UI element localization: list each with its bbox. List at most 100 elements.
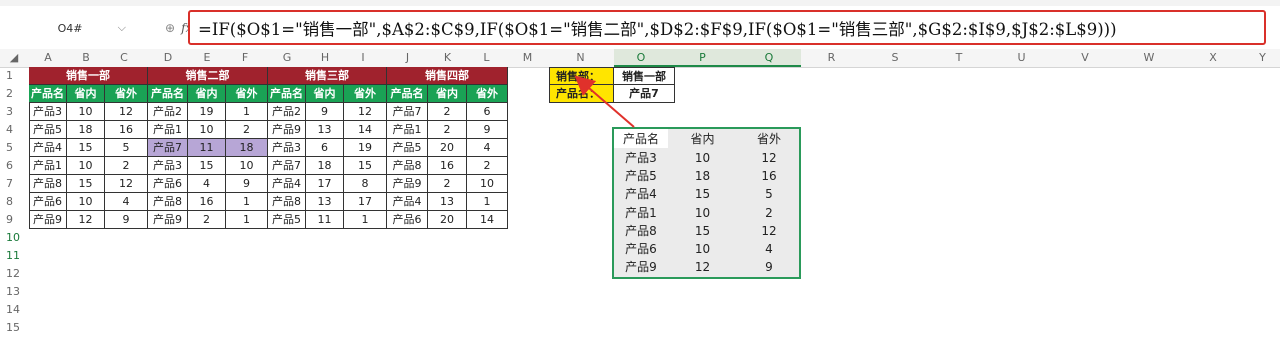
- row-header-5[interactable]: 5: [0, 139, 28, 157]
- table-cell[interactable]: 1: [226, 103, 268, 121]
- column-subheader[interactable]: 产品名: [148, 85, 188, 103]
- table-cell[interactable]: 4: [105, 193, 148, 211]
- table-cell[interactable]: 15: [67, 175, 105, 193]
- table-cell[interactable]: 12: [105, 175, 148, 193]
- table-cell[interactable]: 16: [105, 121, 148, 139]
- column-header-g[interactable]: G: [268, 49, 306, 67]
- column-header-c[interactable]: C: [105, 49, 143, 67]
- column-header-a[interactable]: A: [29, 49, 67, 67]
- table-cell[interactable]: 产品1: [29, 157, 67, 175]
- result-cell[interactable]: 12: [668, 258, 737, 277]
- column-header-e[interactable]: E: [188, 49, 226, 67]
- table-cell[interactable]: 产品4: [268, 175, 306, 193]
- table-cell[interactable]: 产品7: [268, 157, 306, 175]
- table-cell[interactable]: 11: [188, 139, 226, 157]
- column-header-t[interactable]: T: [928, 49, 990, 67]
- table-cell[interactable]: 17: [344, 193, 387, 211]
- table-cell[interactable]: 产品3: [148, 157, 188, 175]
- table-cell[interactable]: 产品7: [148, 139, 188, 157]
- row-header-14[interactable]: 14: [0, 301, 28, 319]
- column-header-q[interactable]: Q: [737, 49, 801, 67]
- row-header-2[interactable]: 2: [0, 85, 28, 103]
- table-cell[interactable]: 20: [428, 139, 467, 157]
- table-cell[interactable]: 20: [428, 211, 467, 229]
- column-header-x[interactable]: X: [1181, 49, 1245, 67]
- row-header-13[interactable]: 13: [0, 283, 28, 301]
- column-header-b[interactable]: B: [67, 49, 105, 67]
- row-header-15[interactable]: 15: [0, 319, 28, 337]
- result-cell[interactable]: 产品8: [614, 222, 668, 241]
- result-cell[interactable]: 12: [737, 149, 801, 168]
- row-header-6[interactable]: 6: [0, 157, 28, 175]
- table-cell[interactable]: 12: [67, 211, 105, 229]
- table-cell[interactable]: 2: [428, 175, 467, 193]
- table-cell[interactable]: 8: [344, 175, 387, 193]
- table-cell[interactable]: 产品2: [268, 103, 306, 121]
- table-cell[interactable]: 产品8: [29, 175, 67, 193]
- table-cell[interactable]: 9: [226, 175, 268, 193]
- product-value[interactable]: 产品7: [614, 85, 675, 103]
- column-subheader[interactable]: 省内: [306, 85, 344, 103]
- table-cell[interactable]: 5: [105, 139, 148, 157]
- table-cell[interactable]: 12: [105, 103, 148, 121]
- result-cell[interactable]: 18: [668, 167, 737, 186]
- department-label[interactable]: 销售部：: [549, 67, 614, 85]
- column-header-o[interactable]: O: [614, 49, 668, 67]
- result-cell[interactable]: 产品1: [614, 204, 668, 223]
- table-cell[interactable]: 2: [188, 211, 226, 229]
- table-cell[interactable]: 产品9: [387, 175, 428, 193]
- table-cell[interactable]: 产品3: [29, 103, 67, 121]
- row-header-12[interactable]: 12: [0, 265, 28, 283]
- table-cell[interactable]: 10: [67, 103, 105, 121]
- column-subheader[interactable]: 省内: [188, 85, 226, 103]
- table-cell[interactable]: 19: [188, 103, 226, 121]
- table-cell[interactable]: 15: [188, 157, 226, 175]
- result-cell[interactable]: 10: [668, 149, 737, 168]
- table-cell[interactable]: 14: [467, 211, 508, 229]
- table-cell[interactable]: 产品3: [268, 139, 306, 157]
- table-cell[interactable]: 13: [306, 193, 344, 211]
- table-cell[interactable]: 19: [344, 139, 387, 157]
- column-subheader[interactable]: 产品名: [268, 85, 306, 103]
- table-cell[interactable]: 产品6: [29, 193, 67, 211]
- table-cell[interactable]: 产品6: [148, 175, 188, 193]
- table-cell[interactable]: 6: [467, 103, 508, 121]
- table-cell[interactable]: 产品5: [268, 211, 306, 229]
- column-header-y[interactable]: Y: [1245, 49, 1280, 67]
- table-cell[interactable]: 产品1: [387, 121, 428, 139]
- result-header[interactable]: 省内: [668, 130, 737, 149]
- column-header-i[interactable]: I: [344, 49, 382, 67]
- table-cell[interactable]: 1: [467, 193, 508, 211]
- column-subheader[interactable]: 省外: [226, 85, 268, 103]
- table-cell[interactable]: 10: [67, 157, 105, 175]
- column-subheader[interactable]: 省外: [105, 85, 148, 103]
- column-subheader[interactable]: 省内: [67, 85, 105, 103]
- table-cell[interactable]: 产品9: [29, 211, 67, 229]
- department-header[interactable]: 销售三部: [268, 67, 387, 85]
- zoom-icon[interactable]: ⊕: [165, 21, 175, 35]
- column-header-k[interactable]: K: [428, 49, 467, 67]
- table-cell[interactable]: 6: [306, 139, 344, 157]
- table-cell[interactable]: 1: [344, 211, 387, 229]
- department-header[interactable]: 销售二部: [148, 67, 268, 85]
- column-header-u[interactable]: U: [990, 49, 1053, 67]
- formula-input[interactable]: =IF($O$1="销售一部",$A$2:$C$9,IF($O$1="销售二部"…: [188, 10, 1266, 45]
- table-cell[interactable]: 10: [188, 121, 226, 139]
- table-cell[interactable]: 2: [428, 103, 467, 121]
- table-cell[interactable]: 产品9: [148, 211, 188, 229]
- column-header-v[interactable]: V: [1053, 49, 1117, 67]
- column-header-r[interactable]: R: [801, 49, 862, 67]
- row-header-8[interactable]: 8: [0, 193, 28, 211]
- column-subheader[interactable]: 产品名: [387, 85, 428, 103]
- result-cell[interactable]: 产品6: [614, 240, 668, 259]
- column-header-n[interactable]: N: [547, 49, 614, 67]
- table-cell[interactable]: 18: [306, 157, 344, 175]
- department-header[interactable]: 销售四部: [387, 67, 508, 85]
- department-select[interactable]: 销售一部: [614, 67, 675, 85]
- column-header-l[interactable]: L: [467, 49, 506, 67]
- table-cell[interactable]: 17: [306, 175, 344, 193]
- table-cell[interactable]: 12: [344, 103, 387, 121]
- row-header-11[interactable]: 11: [0, 247, 28, 265]
- table-cell[interactable]: 16: [188, 193, 226, 211]
- column-header-j[interactable]: J: [387, 49, 428, 67]
